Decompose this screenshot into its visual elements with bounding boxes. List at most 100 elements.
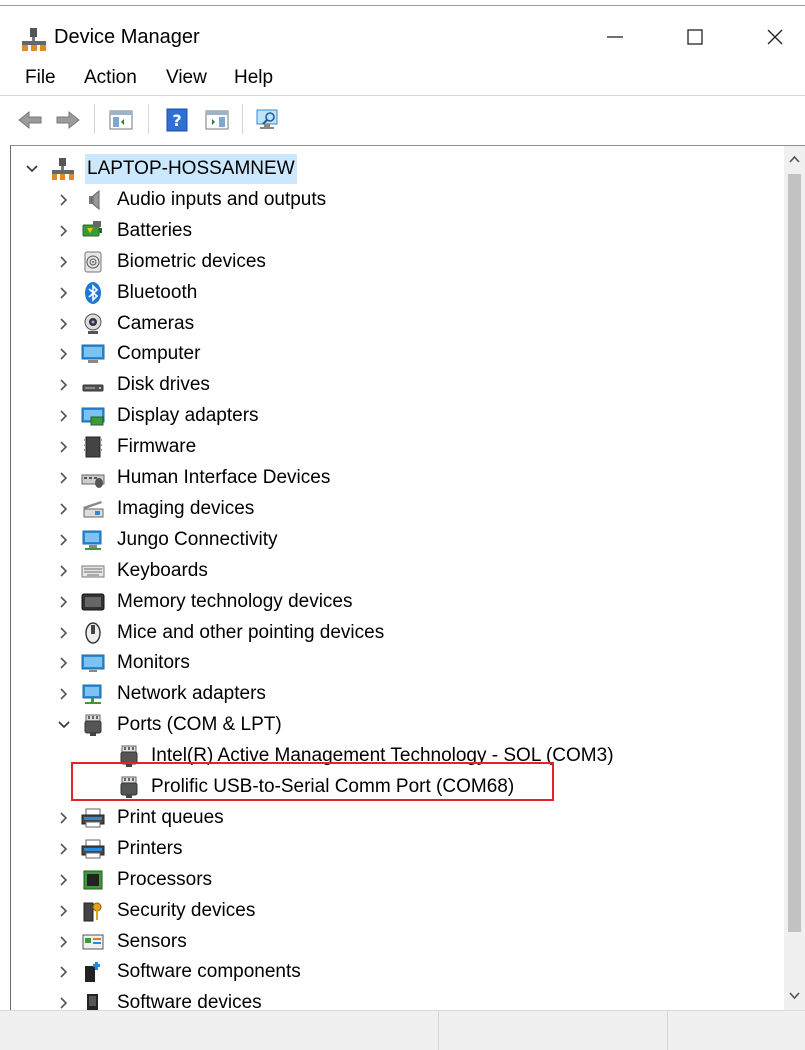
computer-root-icon (52, 158, 74, 180)
chevron-right-icon[interactable] (55, 963, 73, 981)
properties-pane-icon[interactable] (204, 108, 230, 132)
chevron-right-icon[interactable] (55, 871, 73, 889)
scan-hardware-changes-icon[interactable] (254, 108, 280, 132)
chevron-right-icon[interactable] (55, 809, 73, 827)
device-manager-icon (22, 28, 46, 51)
computer-icon (81, 344, 105, 364)
tree-category-label[interactable]: Memory technology devices (117, 587, 353, 617)
chevron-right-icon[interactable] (55, 654, 73, 672)
tree-category-label[interactable]: Sensors (117, 927, 187, 957)
back-arrow-icon[interactable] (17, 108, 43, 132)
window-title: Device Manager (54, 26, 200, 48)
tree-category-label[interactable]: Monitors (117, 648, 190, 678)
tree-category-label[interactable]: Cameras (117, 309, 194, 339)
fingerprint-icon (84, 251, 102, 273)
tree-category-label[interactable]: Computer (117, 339, 200, 369)
software-device-icon (87, 994, 98, 1011)
menu-file[interactable]: File (25, 67, 56, 89)
scroll-down-arrow-icon[interactable] (787, 988, 802, 1003)
tree-category-label[interactable]: Disk drives (117, 370, 210, 400)
svg-text:?: ? (172, 111, 181, 130)
chevron-right-icon[interactable] (55, 469, 73, 487)
network-monitor-icon (82, 530, 102, 550)
tree-category-label[interactable]: Firmware (117, 432, 196, 462)
menu-help[interactable]: Help (234, 67, 273, 89)
tree-category-label[interactable]: Print queues (117, 803, 224, 833)
help-icon[interactable]: ? (164, 108, 190, 132)
vertical-scrollbar[interactable] (784, 146, 805, 1010)
chevron-right-icon[interactable] (55, 562, 73, 580)
network-adapter-icon (82, 684, 102, 705)
firmware-chip-icon (84, 436, 102, 458)
chevron-right-icon[interactable] (55, 345, 73, 363)
printer-icon (81, 808, 105, 828)
tree-category-label[interactable]: Biometric devices (117, 247, 266, 277)
device-tree[interactable]: LAPTOP-HOSSAMNEW Audio inputs and output… (10, 145, 805, 1011)
maximize-button[interactable] (668, 16, 724, 60)
keyboard-icon (81, 565, 105, 578)
chevron-right-icon[interactable] (55, 222, 73, 240)
scanner-icon (83, 500, 104, 518)
disk-drive-icon (82, 384, 104, 392)
maximize-icon (687, 29, 703, 45)
minimize-icon (607, 36, 623, 38)
monitor-icon (81, 654, 105, 673)
tree-root-label[interactable]: LAPTOP-HOSSAMNEW (85, 154, 297, 184)
chevron-right-icon[interactable] (55, 376, 73, 394)
chevron-right-icon[interactable] (55, 902, 73, 920)
chevron-right-icon[interactable] (55, 438, 73, 456)
tree-category-label[interactable]: Human Interface Devices (117, 463, 330, 493)
title-bar: Device Manager (0, 6, 805, 58)
minimize-button[interactable] (588, 16, 644, 60)
chevron-right-icon[interactable] (55, 500, 73, 518)
chevron-right-icon[interactable] (55, 531, 73, 549)
chevron-right-icon[interactable] (55, 315, 73, 333)
chevron-right-icon[interactable] (55, 685, 73, 703)
chevron-right-icon[interactable] (55, 840, 73, 858)
tree-category-label[interactable]: Display adapters (117, 401, 259, 431)
show-hide-console-tree-icon[interactable] (108, 108, 134, 132)
close-button[interactable] (748, 16, 804, 60)
tree-category-label[interactable]: Ports (COM & LPT) (117, 710, 282, 740)
chevron-down-icon[interactable] (55, 716, 73, 734)
toolbar-separator (94, 104, 95, 134)
chevron-right-icon[interactable] (55, 191, 73, 209)
chevron-down-icon[interactable] (23, 160, 41, 178)
chevron-right-icon[interactable] (55, 284, 73, 302)
memory-card-icon (81, 593, 105, 611)
close-icon (767, 29, 783, 45)
tree-category-label[interactable]: Keyboards (117, 556, 208, 586)
battery-icon (82, 220, 102, 237)
speaker-icon (89, 189, 100, 210)
tree-category-label[interactable]: Processors (117, 865, 212, 895)
scrollbar-thumb[interactable] (788, 174, 801, 932)
port-connector-icon (84, 714, 102, 737)
display-adapter-icon (81, 407, 105, 426)
processor-icon (83, 870, 103, 890)
tree-category-label[interactable]: Printers (117, 834, 182, 864)
tree-category-label[interactable]: Batteries (117, 216, 192, 246)
hid-icon (81, 474, 105, 488)
toolbar: ? (0, 95, 805, 142)
tree-category-label[interactable]: Bluetooth (117, 278, 197, 308)
chevron-right-icon[interactable] (55, 933, 73, 951)
tree-category-label[interactable]: Network adapters (117, 679, 266, 709)
chevron-right-icon[interactable] (55, 994, 73, 1011)
menu-bar: File Action View Help (0, 58, 805, 94)
tree-category-label[interactable]: Mice and other pointing devices (117, 618, 384, 648)
tree-category-label[interactable]: Imaging devices (117, 494, 254, 524)
tree-category-label[interactable]: Software devices (117, 988, 262, 1011)
chevron-right-icon[interactable] (55, 253, 73, 271)
tree-category-label[interactable]: Jungo Connectivity (117, 525, 278, 555)
forward-arrow-icon[interactable] (55, 108, 81, 132)
chevron-right-icon[interactable] (55, 407, 73, 425)
chevron-right-icon[interactable] (55, 624, 73, 642)
menu-view[interactable]: View (166, 67, 207, 89)
tree-category-label[interactable]: Software components (117, 957, 301, 987)
device-manager-window: Device Manager File Action View Help ? L… (0, 0, 805, 1050)
tree-category-label[interactable]: Security devices (117, 896, 255, 926)
scroll-up-arrow-icon[interactable] (787, 152, 802, 167)
chevron-right-icon[interactable] (55, 593, 73, 611)
tree-category-label[interactable]: Audio inputs and outputs (117, 185, 326, 215)
menu-action[interactable]: Action (84, 67, 137, 89)
